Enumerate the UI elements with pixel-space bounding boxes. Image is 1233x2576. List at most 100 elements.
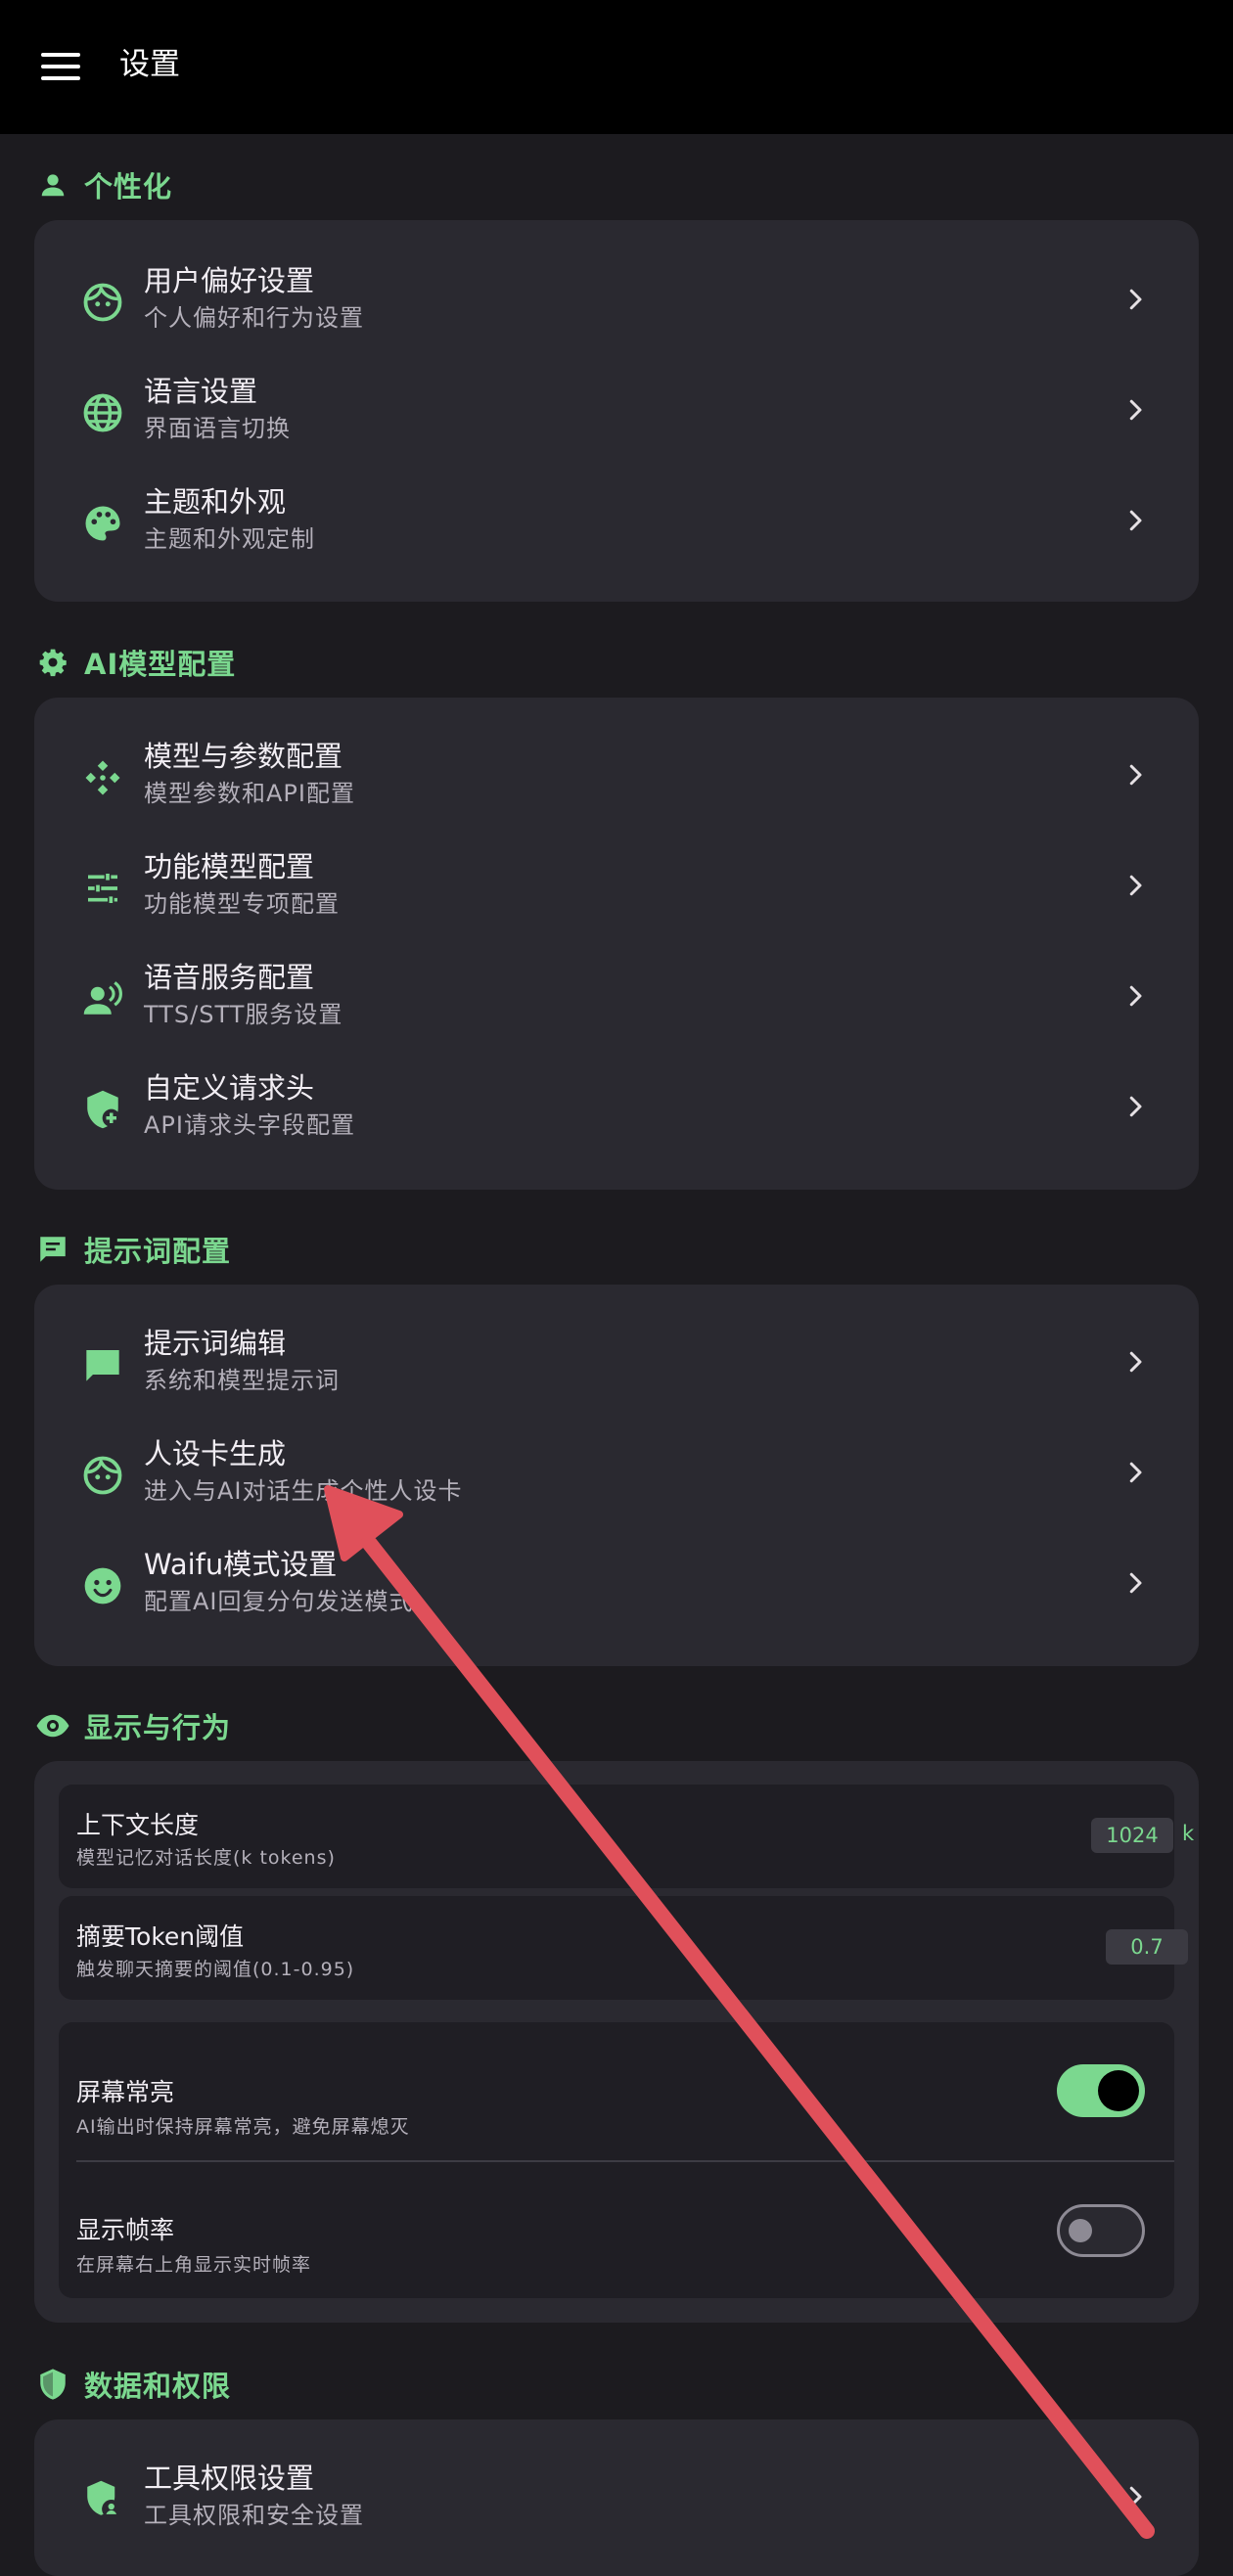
chevron-right-icon	[1129, 1096, 1142, 1117]
item-title: Waifu模式设置	[144, 1548, 338, 1581]
settings-item-model-params[interactable]: 模型与参数配置 模型参数和API配置	[34, 721, 1199, 832]
settings-item-persona-card[interactable]: 人设卡生成 进入与AI对话生成个性人设卡	[34, 1419, 1199, 1529]
globe-icon	[75, 385, 130, 440]
item-subtitle: API请求头字段配置	[144, 1111, 355, 1139]
top-app-bar: 设置	[0, 0, 1233, 134]
show-fps-toggle[interactable]	[1057, 2204, 1145, 2257]
toggle-knob	[1069, 2219, 1092, 2242]
person-icon	[35, 167, 70, 203]
shield-person-icon	[75, 2472, 130, 2527]
item-title: 主题和外观	[144, 485, 287, 519]
item-title: 自定义请求头	[144, 1071, 315, 1105]
menu-icon-bar	[41, 76, 80, 80]
menu-icon-bar	[41, 65, 80, 68]
ai-model-card: 模型与参数配置 模型参数和API配置 功能模型配置 功能模型专项配置 语音服务配…	[34, 698, 1199, 1190]
chevron-right-icon	[1129, 399, 1142, 421]
section-header-prompt: 提示词配置	[35, 1225, 231, 1274]
settings-item-function-model[interactable]: 功能模型配置 功能模型专项配置	[34, 832, 1199, 942]
item-title: 人设卡生成	[144, 1437, 287, 1470]
chat-icon	[35, 1232, 70, 1267]
prompt-card: 提示词编辑 系统和模型提示词 人设卡生成 进入与AI对话生成个性人设卡 Waif…	[34, 1285, 1199, 1666]
setting-subtitle: 触发聊天摘要的阈值(0.1-0.95)	[76, 1959, 355, 1980]
toggle-knob	[1098, 2070, 1139, 2111]
tune-icon	[75, 861, 130, 916]
item-title: 提示词编辑	[144, 1327, 287, 1360]
section-header-ai-model: AI模型配置	[35, 638, 236, 687]
section-title: 显示与行为	[84, 1711, 232, 1744]
context-length-input[interactable]: 1024	[1091, 1818, 1173, 1853]
item-subtitle: TTS/STT服务设置	[144, 1001, 343, 1028]
section-title: AI模型配置	[84, 648, 237, 681]
section-header-display: 显示与行为	[35, 1701, 231, 1750]
chevron-right-icon	[1129, 1462, 1142, 1483]
menu-icon	[41, 53, 80, 57]
settings-item-prompt-edit[interactable]: 提示词编辑 系统和模型提示词	[34, 1308, 1199, 1419]
divider	[76, 2160, 1174, 2162]
chevron-right-icon	[1129, 764, 1142, 786]
item-title: 语言设置	[144, 375, 258, 408]
setting-title: 上下文长度	[76, 1811, 200, 1839]
settings-item-user-preferences[interactable]: 用户偏好设置 个人偏好和行为设置	[34, 246, 1199, 356]
item-title: 用户偏好设置	[144, 264, 315, 297]
item-subtitle: 工具权限和安全设置	[144, 2502, 364, 2529]
section-header-data-permissions: 数据和权限	[35, 2360, 231, 2409]
voice-person-icon	[75, 972, 130, 1026]
settings-item-language[interactable]: 语言设置 界面语言切换	[34, 356, 1199, 467]
shield-plus-icon	[75, 1082, 130, 1137]
settings-item-waifu-mode[interactable]: Waifu模式设置 配置AI回复分句发送模式	[34, 1529, 1199, 1640]
gear-icon	[35, 645, 70, 680]
section-title: 提示词配置	[84, 1235, 232, 1268]
setting-subtitle: AI输出时保持屏幕常亮，避免屏幕熄灭	[76, 2116, 410, 2138]
settings-item-tool-permissions[interactable]: 工具权限设置 工具权限和安全设置	[34, 2443, 1199, 2553]
unit-label: k	[1182, 1822, 1195, 1845]
setting-title: 屏幕常亮	[76, 2078, 175, 2106]
data-permissions-card: 工具权限设置 工具权限和安全设置	[34, 2419, 1199, 2576]
smiley-icon	[75, 1559, 130, 1613]
chevron-right-icon	[1129, 985, 1142, 1007]
chevron-right-icon	[1129, 289, 1142, 310]
item-title: 模型与参数配置	[144, 740, 343, 773]
item-title: 语音服务配置	[144, 961, 315, 994]
chevron-right-icon	[1129, 1572, 1142, 1594]
display-card: 上下文长度 模型记忆对话长度(k tokens) 1024 k 摘要Token阈…	[34, 1761, 1199, 2323]
chat-bubble-icon	[75, 1337, 130, 1392]
item-subtitle: 主题和外观定制	[144, 525, 315, 553]
chevron-right-icon	[1129, 875, 1142, 896]
setting-subtitle: 模型记忆对话长度(k tokens)	[76, 1847, 336, 1869]
menu-button[interactable]	[23, 37, 98, 96]
item-subtitle: 系统和模型提示词	[144, 1367, 340, 1394]
eye-icon	[35, 1708, 70, 1743]
face-icon	[75, 1448, 130, 1503]
item-title: 工具权限设置	[144, 2462, 315, 2495]
chevron-right-icon	[1129, 510, 1142, 531]
setting-title: 显示帧率	[76, 2216, 175, 2244]
section-header-personalization: 个性化	[35, 160, 172, 209]
item-subtitle: 进入与AI对话生成个性人设卡	[144, 1477, 463, 1505]
summary-threshold-input[interactable]: 0.7	[1106, 1929, 1188, 1965]
toggle-settings-group: 屏幕常亮 AI输出时保持屏幕常亮，避免屏幕熄灭 显示帧率 在屏幕右上角显示实时帧…	[59, 2022, 1174, 2298]
summary-threshold-setting: 摘要Token阈值 触发聊天摘要的阈值(0.1-0.95) 0.7	[59, 1896, 1188, 2000]
face-icon	[75, 275, 130, 330]
settings-item-custom-headers[interactable]: 自定义请求头 API请求头字段配置	[34, 1053, 1199, 1163]
personalization-card: 用户偏好设置 个人偏好和行为设置 语言设置 界面语言切换 主题和外观 主题和外观…	[34, 220, 1199, 602]
item-title: 功能模型配置	[144, 850, 315, 883]
settings-item-voice-service[interactable]: 语音服务配置 TTS/STT服务设置	[34, 942, 1199, 1053]
chevron-right-icon	[1129, 2486, 1142, 2508]
item-subtitle: 模型参数和API配置	[144, 780, 355, 807]
page-title: 设置	[119, 47, 180, 82]
hub-icon	[75, 750, 130, 805]
section-title: 数据和权限	[84, 2370, 232, 2403]
chevron-right-icon	[1129, 1351, 1142, 1373]
item-subtitle: 个人偏好和行为设置	[144, 304, 364, 332]
setting-subtitle: 在屏幕右上角显示实时帧率	[76, 2254, 312, 2276]
item-subtitle: 界面语言切换	[144, 415, 291, 442]
palette-icon	[75, 496, 130, 551]
screen-on-toggle[interactable]	[1057, 2064, 1145, 2117]
setting-title: 摘要Token阈值	[76, 1922, 245, 1951]
context-length-setting: 上下文长度 模型记忆对话长度(k tokens) 1024 k	[59, 1785, 1194, 1888]
shield-icon	[35, 2367, 70, 2402]
settings-item-theme[interactable]: 主题和外观 主题和外观定制	[34, 467, 1199, 577]
item-subtitle: 功能模型专项配置	[144, 890, 340, 918]
item-subtitle: 配置AI回复分句发送模式	[144, 1588, 414, 1615]
section-title: 个性化	[84, 170, 173, 203]
